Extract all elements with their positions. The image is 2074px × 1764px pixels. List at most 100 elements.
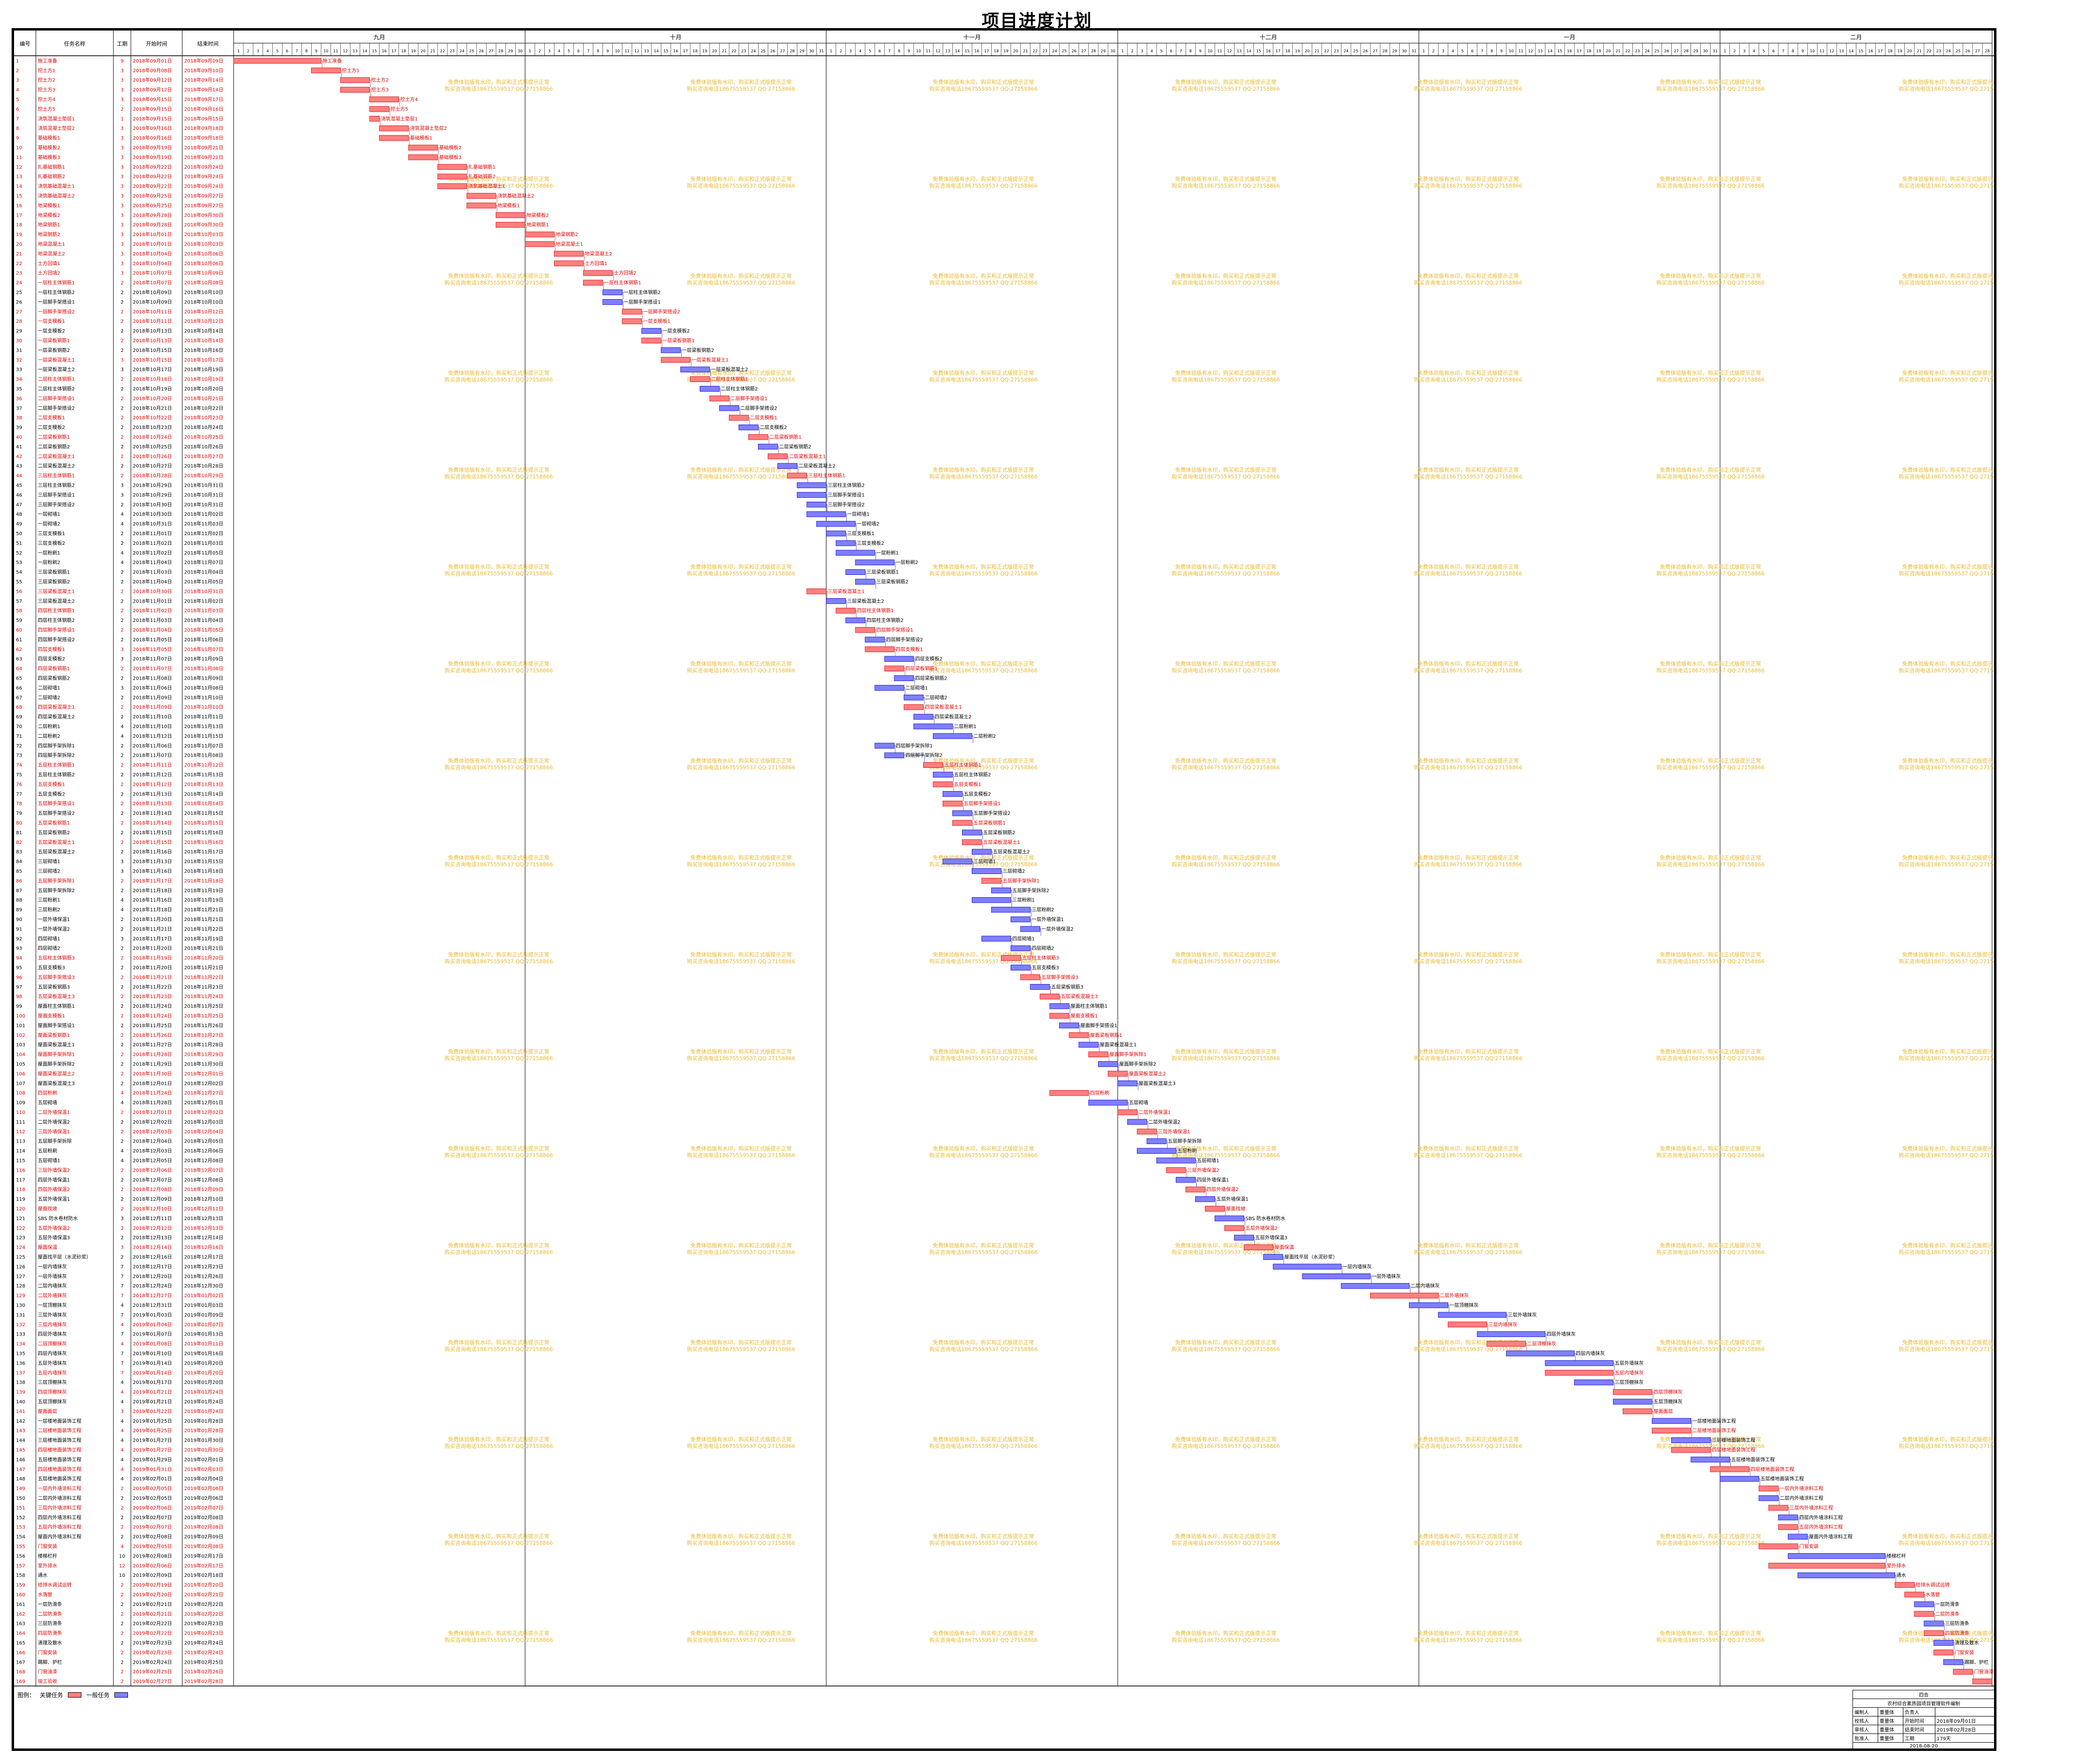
row-duration: 2 bbox=[121, 1052, 124, 1058]
row-end-date: 2018年10月14日 bbox=[184, 328, 223, 334]
month-label: 十月 bbox=[670, 34, 681, 41]
watermark-text: 购买咨询电话18675559537 QQ:27158866 bbox=[1656, 570, 1765, 577]
gantt-bar bbox=[1078, 1042, 1099, 1048]
row-duration: 4 bbox=[121, 1419, 124, 1424]
row-id: 141 bbox=[16, 1409, 25, 1414]
row-duration: 2 bbox=[121, 840, 124, 845]
gantt-bar bbox=[865, 636, 885, 643]
row-task-name: 二层粉刷1 bbox=[38, 723, 60, 730]
row-duration: 3 bbox=[121, 657, 124, 662]
row-duration: 3 bbox=[121, 194, 124, 199]
row-start-date: 2019年01月21日 bbox=[133, 1389, 172, 1395]
info-label: 开始时间 bbox=[1902, 1716, 1935, 1725]
row-end-date: 2019年02月18日 bbox=[184, 1572, 223, 1578]
gantt-bar-label: 五层楼地面装饰工程 bbox=[1760, 1476, 1804, 1482]
watermark-text: 购买咨询电话18675559537 QQ:27158866 bbox=[444, 1249, 553, 1255]
day-label: 16 bbox=[1266, 49, 1271, 53]
day-label: 4 bbox=[267, 49, 269, 53]
row-duration: 2 bbox=[121, 300, 124, 305]
row-end-date: 2019年02月23日 bbox=[184, 1621, 223, 1627]
gantt-bar bbox=[807, 511, 846, 517]
row-task-name: 三层梁板钢筋1 bbox=[38, 569, 70, 575]
gantt-bar bbox=[1768, 1562, 1885, 1569]
day-label: 5 bbox=[1762, 49, 1765, 53]
watermark-text: 免费体验版有水印，购买和正式版提示正常 bbox=[691, 854, 792, 861]
gantt-bar bbox=[1059, 1022, 1079, 1029]
day-label: 20 bbox=[1606, 49, 1611, 53]
day-label: 3 bbox=[849, 49, 852, 53]
watermark-text: 免费体验版有水印，购买和正式版提示正常 bbox=[1418, 951, 1519, 958]
gantt-bar-label: 屋面脚手架搭设1 bbox=[1080, 1022, 1117, 1029]
row-start-date: 2019年01月08日 bbox=[133, 1341, 172, 1347]
gantt-bar bbox=[641, 328, 662, 334]
row-task-name: 踢脚、护栏 bbox=[38, 1659, 62, 1665]
row-duration: 3 bbox=[121, 685, 124, 691]
row-id: 143 bbox=[16, 1429, 25, 1434]
gantt-bar bbox=[437, 183, 467, 190]
row-task-name: 屋面找平层（水泥砂浆） bbox=[38, 1254, 91, 1260]
gantt-bar bbox=[855, 627, 875, 633]
day-label: 19 bbox=[1295, 49, 1300, 53]
watermark-text: 购买咨询电话18675559537 QQ:27158866 bbox=[1414, 861, 1522, 868]
row-end-date: 2018年12月01日 bbox=[184, 1070, 223, 1077]
row-task-name: 屋面梁板混凝土2 bbox=[38, 1070, 75, 1077]
gantt-bar bbox=[1671, 1437, 1711, 1443]
row-id: 26 bbox=[16, 300, 22, 305]
day-label: 26 bbox=[1072, 49, 1077, 53]
row-id: 70 bbox=[16, 724, 22, 730]
gantt-bar-label: 四层脚手架拆除1 bbox=[896, 743, 933, 749]
row-end-date: 2018年11月13日 bbox=[184, 772, 223, 778]
row-id: 31 bbox=[16, 348, 22, 353]
row-id: 153 bbox=[16, 1525, 25, 1530]
watermark-text: 免费体验版有水印，购买和正式版提示正常 bbox=[1902, 854, 1995, 861]
gantt-bar bbox=[437, 174, 467, 180]
row-id: 6 bbox=[16, 107, 19, 112]
watermark-text: 免费体验版有水印，购买和正式版提示正常 bbox=[1660, 466, 1761, 473]
day-label: 8 bbox=[597, 49, 599, 53]
day-label: 1 bbox=[1121, 49, 1124, 53]
row-id: 68 bbox=[16, 705, 22, 710]
row-end-date: 2019年01月24日 bbox=[184, 1398, 223, 1405]
watermark-text: 购买咨询电话18675559537 QQ:27158866 bbox=[1656, 376, 1765, 383]
row-start-date: 2018年10月11日 bbox=[133, 308, 172, 315]
row-id: 156 bbox=[16, 1554, 25, 1559]
row-duration: 2 bbox=[121, 811, 124, 816]
gantt-bar-label: 土方回填2 bbox=[614, 270, 636, 276]
row-duration: 2 bbox=[121, 1236, 124, 1241]
row-start-date: 2018年11月12日 bbox=[133, 733, 172, 739]
watermark-text: 购买咨询电话18675559537 QQ:27158866 bbox=[1656, 1055, 1765, 1062]
day-label: 16 bbox=[974, 49, 979, 53]
watermark-text: 购买咨询电话18675559537 QQ:27158866 bbox=[1656, 861, 1765, 868]
gantt-bar bbox=[1768, 1505, 1789, 1511]
row-task-name: 地梁混凝土2 bbox=[38, 251, 65, 257]
row-end-date: 2018年09月16日 bbox=[184, 106, 223, 112]
legend-normal-label: 一般任务 bbox=[86, 1692, 110, 1699]
gantt-bar bbox=[942, 858, 972, 864]
info-org: 四合 bbox=[1852, 1690, 1995, 1699]
gantt-bar bbox=[1953, 1669, 1973, 1675]
day-label: 19 bbox=[702, 49, 707, 53]
gantt-bar bbox=[1011, 945, 1031, 952]
watermark-text: 免费体验版有水印，购买和正式版提示正常 bbox=[1418, 563, 1519, 570]
row-task-name: 五层柱主体钢筋2 bbox=[38, 772, 75, 778]
row-end-date: 2018年12月11日 bbox=[184, 1206, 223, 1212]
row-task-name: 一层内外墙涂料工程 bbox=[38, 1485, 81, 1492]
watermark-text: 购买咨询电话18675559537 QQ:27158866 bbox=[1414, 1637, 1522, 1643]
watermark-text: 购买咨询电话18675559537 QQ:27158866 bbox=[1414, 1055, 1522, 1062]
row-id: 104 bbox=[16, 1052, 25, 1058]
gantt-bar bbox=[1370, 1292, 1439, 1299]
gantt-bar-label: 一层楼地面装饰工程 bbox=[1693, 1418, 1736, 1424]
watermark-text: 购买咨询电话18675559537 QQ:27158866 bbox=[1414, 1540, 1522, 1546]
watermark-text: 免费体验版有水印，购买和正式版提示正常 bbox=[1902, 79, 1995, 85]
row-task-name: 四层梁板钢筋2 bbox=[38, 675, 70, 682]
gantt-bar-label: 三层外墙抹灰 bbox=[1508, 1312, 1537, 1318]
row-duration: 2 bbox=[121, 474, 124, 479]
gantt-bar bbox=[1263, 1254, 1283, 1260]
column-header: 编号 bbox=[20, 40, 31, 47]
gantt-bar bbox=[369, 115, 380, 122]
row-start-date: 2018年09月01日 bbox=[133, 58, 172, 64]
gantt-bar bbox=[1895, 1582, 1915, 1588]
row-id: 135 bbox=[16, 1351, 25, 1357]
watermark-text: 购买咨询电话18675559537 QQ:27158866 bbox=[687, 958, 795, 965]
row-end-date: 2019年01月24日 bbox=[184, 1408, 223, 1414]
